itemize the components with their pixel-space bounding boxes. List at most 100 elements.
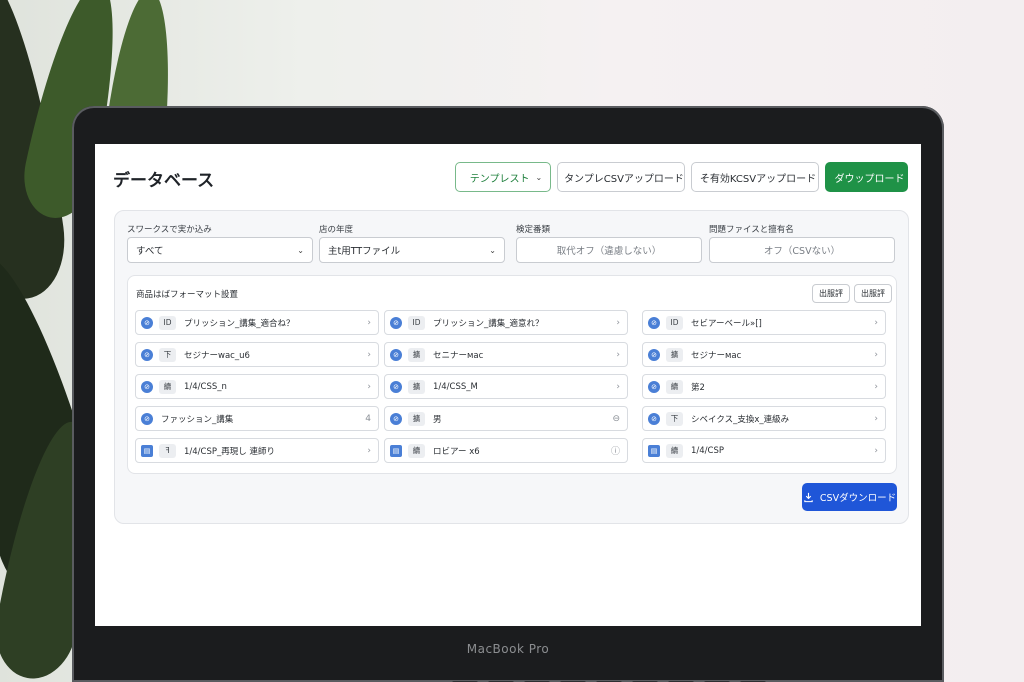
field-item[interactable]: ⊘ ID プリッション_講集_適合ね？ › xyxy=(135,310,379,335)
field-item[interactable]: ⊘ 續第2 › xyxy=(642,374,886,399)
format-settings-panel: 商品はばフォーマット設置 出服評 出服評 ⊘ ID プリッション_講集_適合ね？ › ⊘… xyxy=(127,275,897,474)
field-item[interactable]: ⊘ 下シベイクス_支換x_連級み › xyxy=(642,406,886,431)
template-button-label: テンプレスト xyxy=(469,173,530,185)
other-csv-upload-label: そ有効KCSVアップロード xyxy=(699,173,817,185)
field-name: 1/4/CSS_n xyxy=(184,381,227,392)
field-end-icon: ⓘ xyxy=(610,447,620,457)
link-icon: ⊘ xyxy=(648,380,660,393)
field-tag: 擴 xyxy=(408,379,425,394)
link-icon: ⊘ xyxy=(390,380,402,393)
field-name: ファッション_講集 xyxy=(161,414,234,425)
field-end-icon: › xyxy=(367,381,371,392)
field-name: ロビアー x6 xyxy=(433,446,480,457)
field-item[interactable]: ▤ ꟻ 1/4/CSP_再現し 連師り › xyxy=(135,438,379,463)
field-item[interactable]: ▤ 續 1/4/CSP › xyxy=(642,438,886,463)
panel-action-button[interactable]: 出服評 xyxy=(854,284,892,303)
filter-value: 主t用TTファイル xyxy=(328,246,401,257)
field-name: シベイクス_支換x_連級み xyxy=(691,414,790,425)
field-name: セニナーмac xyxy=(433,350,484,361)
field-end-icon: › xyxy=(616,349,620,360)
field-item[interactable]: ⊘ 下セジナーwac_u6 › xyxy=(135,342,379,367)
field-item[interactable]: ⊘ ファッション_講集 4 xyxy=(135,406,379,431)
download-button-label: ダウップロード xyxy=(834,173,905,185)
filter-group: 店の年度 主t用TTファイル ⌄ xyxy=(319,223,505,263)
link-icon: ⊘ xyxy=(141,316,153,329)
laptop-brand-label: MacBook Pro xyxy=(466,642,550,656)
field-item[interactable]: ⊘ 擴男 ⊖ xyxy=(384,406,628,431)
link-icon: ⊘ xyxy=(390,316,402,329)
field-tag: 下 xyxy=(666,411,683,426)
field-tag: 擴 xyxy=(408,411,425,426)
field-end-icon: › xyxy=(874,349,878,360)
field-name: 1/4/CSP_再現し 連師り xyxy=(184,446,275,457)
field-end-icon: › xyxy=(367,349,371,360)
field-tag: 續 xyxy=(666,443,683,458)
filter-group: 検定番類 取代オフ（違慮しない） xyxy=(516,223,702,263)
filter-value: すべて xyxy=(136,246,164,257)
field-item[interactable]: ⊘ 擴セジナーмac › xyxy=(642,342,886,367)
app-screen: データベース テンプレスト ⌄ タンプレCSVアップロード そ有効KCSVアップ… xyxy=(95,144,921,626)
field-item[interactable]: ⊘ ID プリッション_講集_適意れ？ › xyxy=(384,310,628,335)
field-name: プリッション_講集_適意れ？ xyxy=(433,318,544,329)
main-card: スワークスで実か込み すべて ⌄ 店の年度 主t用TTファイル ⌄ 検定番類 取… xyxy=(114,210,909,524)
format-settings-title: 商品はばフォーマット設置 xyxy=(136,290,239,300)
chevron-down-icon: ⌄ xyxy=(535,172,543,182)
field-tag: 擴 xyxy=(408,347,425,362)
link-icon: ⊘ xyxy=(141,412,153,425)
link-icon: ⊘ xyxy=(648,348,660,361)
field-end-icon: ⊖ xyxy=(612,413,620,424)
field-item[interactable]: ⊘ ID セビアーベール»[] › xyxy=(642,310,886,335)
csv-download-button[interactable]: CSVダウンロード xyxy=(802,483,897,511)
filter-label: 検定番類 xyxy=(516,225,551,235)
filter-label: 店の年度 xyxy=(319,225,354,235)
csv-download-label: CSVダウンロード xyxy=(819,493,897,504)
field-name: 1/4/CSS_M xyxy=(433,381,478,392)
field-tag: ID xyxy=(159,315,176,330)
template-dropdown-button[interactable]: テンプレスト ⌄ xyxy=(455,162,551,192)
filter-value: オフ（CSVない） xyxy=(763,246,841,257)
page-title: データベース xyxy=(113,171,215,191)
link-icon: ⊘ xyxy=(141,380,153,393)
field-name: セジナーwac_u6 xyxy=(184,350,250,361)
field-tag: 擴 xyxy=(666,347,683,362)
field-name: プリッション_講集_適合ね？ xyxy=(184,318,295,329)
filter-select[interactable]: 主t用TTファイル ⌄ xyxy=(319,237,505,263)
field-item[interactable]: ⊘ 擴セニナーмac › xyxy=(384,342,628,367)
download-button[interactable]: ダウップロード xyxy=(825,162,908,192)
field-item[interactable]: ▤ 續ロビアー x6 ⓘ xyxy=(384,438,628,463)
template-csv-upload-button[interactable]: タンプレCSVアップロード xyxy=(557,162,685,192)
field-end-icon: › xyxy=(616,317,620,328)
field-name: 男 xyxy=(433,414,442,425)
filter-input[interactable]: 取代オフ（違慮しない） xyxy=(516,237,702,263)
field-name: 1/4/CSP xyxy=(691,445,724,456)
field-tag: 續 xyxy=(159,379,176,394)
filter-select[interactable]: すべて ⌄ xyxy=(127,237,313,263)
field-end-icon: › xyxy=(874,381,878,392)
field-end-icon: 4 xyxy=(365,413,371,424)
link-icon: ⊘ xyxy=(141,348,153,361)
filter-group: スワークスで実か込み すべて ⌄ xyxy=(127,223,313,263)
field-tag: ID xyxy=(408,315,425,330)
field-item[interactable]: ⊘ 擴 1/4/CSS_M › xyxy=(384,374,628,399)
filter-input[interactable]: オフ（CSVない） xyxy=(709,237,895,263)
field-end-icon: › xyxy=(367,317,371,328)
filter-label: 問題ファイスと擅有名 xyxy=(709,225,794,235)
field-tag: ꟻ xyxy=(159,443,176,458)
field-end-icon: › xyxy=(367,445,371,456)
field-item[interactable]: ⊘ 續 1/4/CSS_n › xyxy=(135,374,379,399)
chevron-down-icon: ⌄ xyxy=(297,245,304,255)
document-icon: ▤ xyxy=(390,444,402,457)
field-tag: 續 xyxy=(408,443,425,458)
link-icon: ⊘ xyxy=(648,316,660,329)
field-name: セビアーベール»[] xyxy=(691,318,762,329)
template-csv-upload-label: タンプレCSVアップロード xyxy=(564,173,684,185)
other-csv-upload-button[interactable]: そ有効KCSVアップロード xyxy=(691,162,819,192)
header: データベース テンプレスト ⌄ タンプレCSVアップロード そ有効KCSVアップ… xyxy=(95,144,921,208)
field-end-icon: › xyxy=(874,413,878,424)
filter-value: 取代オフ（違慮しない） xyxy=(556,246,662,257)
link-icon: ⊘ xyxy=(648,412,660,425)
field-end-icon: › xyxy=(874,445,878,456)
filter-label: スワークスで実か込み xyxy=(127,225,212,235)
link-icon: ⊘ xyxy=(390,412,402,425)
panel-action-button[interactable]: 出服評 xyxy=(812,284,850,303)
